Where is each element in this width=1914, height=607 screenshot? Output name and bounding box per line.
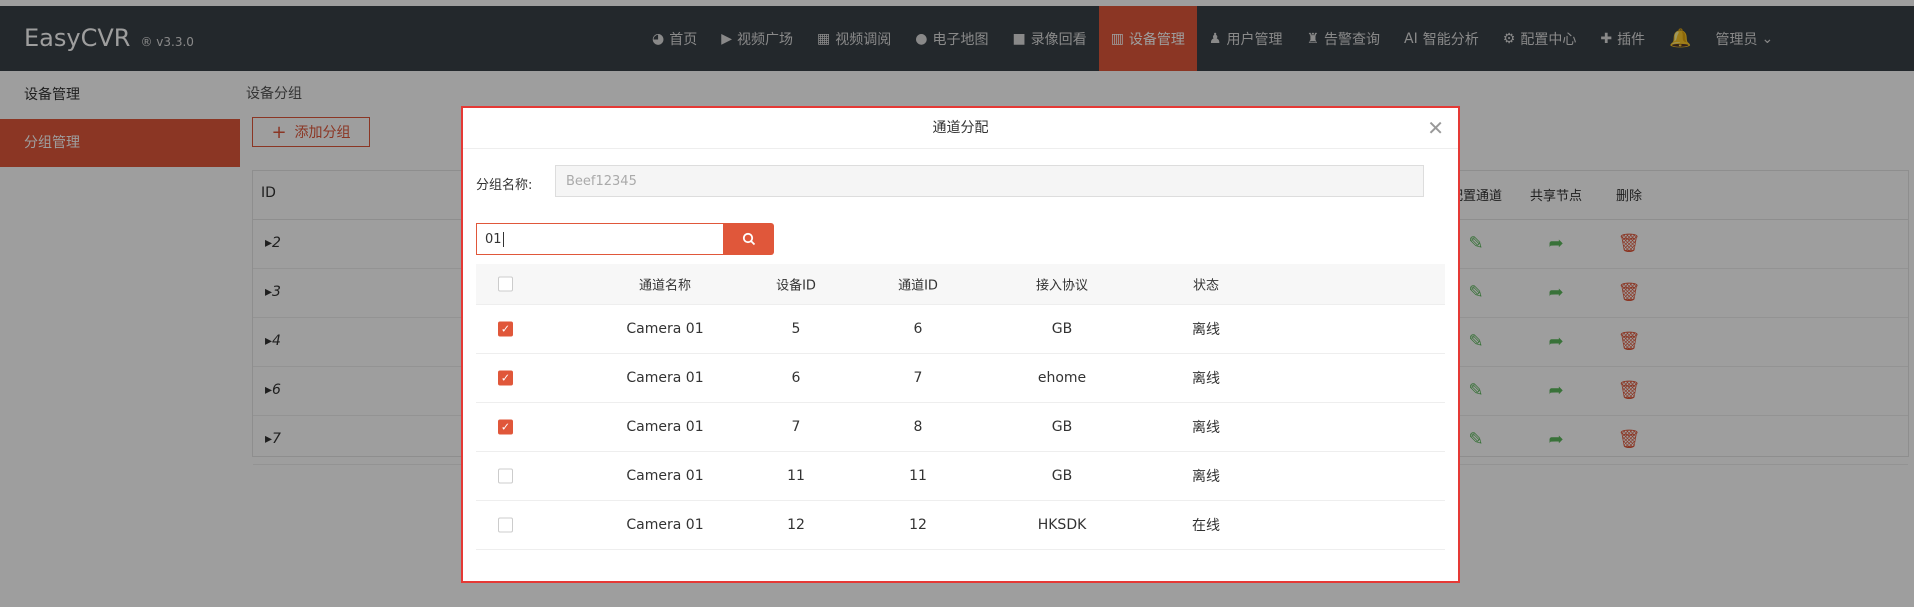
- channel-table-header: 通道名称 设备ID 通道ID 接入协议 状态: [476, 264, 1445, 305]
- table-row[interactable]: Camera 01 12 12 HKSDK 在线: [476, 501, 1445, 550]
- cell-device-id: 6: [791, 370, 801, 386]
- column-header: 设备ID: [776, 278, 816, 294]
- cell-device-id: 11: [787, 468, 805, 484]
- column-header: 状态: [1192, 278, 1220, 294]
- cell-name: Camera 01: [626, 419, 704, 435]
- select-all-checkbox[interactable]: [498, 276, 513, 292]
- cell-channel-id: 7: [913, 370, 923, 386]
- column-header: 通道名称: [638, 278, 692, 294]
- cell-status: 在线: [1192, 518, 1220, 534]
- table-row[interactable]: Camera 01 11 11 GB 离线: [476, 452, 1445, 501]
- column-header: 接入协议: [1035, 278, 1089, 294]
- cell-protocol: GB: [1051, 468, 1073, 484]
- cell-name: Camera 01: [626, 517, 704, 533]
- close-icon[interactable]: ✕: [1427, 116, 1444, 140]
- group-name-label: 分组名称:: [476, 178, 533, 193]
- row-checkbox[interactable]: [498, 468, 513, 484]
- channel-assign-dialog: 通道分配 ✕ 分组名称: Beef12345 01 通道名称 设备ID 通道ID 接入…: [461, 106, 1460, 583]
- table-row[interactable]: ✓ Camera 01 5 6 GB 离线: [476, 305, 1445, 354]
- cell-name: Camera 01: [626, 370, 704, 386]
- search-input[interactable]: 01: [476, 223, 724, 255]
- cell-channel-id: 8: [913, 419, 923, 435]
- cell-channel-id: 12: [909, 517, 927, 533]
- row-checkbox[interactable]: ✓: [498, 419, 513, 435]
- cell-name: Camera 01: [626, 321, 704, 337]
- group-name-field[interactable]: Beef12345: [555, 165, 1424, 197]
- column-header: 通道ID: [898, 278, 938, 294]
- row-checkbox[interactable]: ✓: [498, 370, 513, 386]
- cell-status: 离线: [1192, 371, 1220, 387]
- cell-device-id: 5: [791, 321, 801, 337]
- dialog-title: 通道分配: [463, 108, 1458, 149]
- table-row[interactable]: ✓ Camera 01 6 7 ehome 离线: [476, 354, 1445, 403]
- channel-table: 通道名称 设备ID 通道ID 接入协议 状态 ✓ Camera 01 5 6 GB 离线 ✓ Came…: [476, 264, 1445, 550]
- row-checkbox[interactable]: ✓: [498, 321, 513, 337]
- cell-status: 离线: [1192, 322, 1220, 338]
- cell-protocol: GB: [1051, 321, 1073, 337]
- table-row[interactable]: ✓ Camera 01 7 8 GB 离线: [476, 403, 1445, 452]
- search-button[interactable]: [724, 223, 774, 255]
- cell-name: Camera 01: [626, 468, 704, 484]
- cell-protocol: ehome: [1037, 370, 1087, 386]
- search-input-value: 01: [485, 232, 502, 247]
- search-icon: [742, 232, 756, 246]
- cell-protocol: HKSDK: [1037, 517, 1087, 533]
- row-checkbox[interactable]: [498, 517, 513, 533]
- cell-status: 离线: [1192, 420, 1220, 436]
- cell-status: 离线: [1192, 469, 1220, 485]
- cell-channel-id: 6: [913, 321, 923, 337]
- cell-device-id: 7: [791, 419, 801, 435]
- cell-device-id: 12: [787, 517, 805, 533]
- cell-protocol: GB: [1051, 419, 1073, 435]
- cell-channel-id: 11: [909, 468, 927, 484]
